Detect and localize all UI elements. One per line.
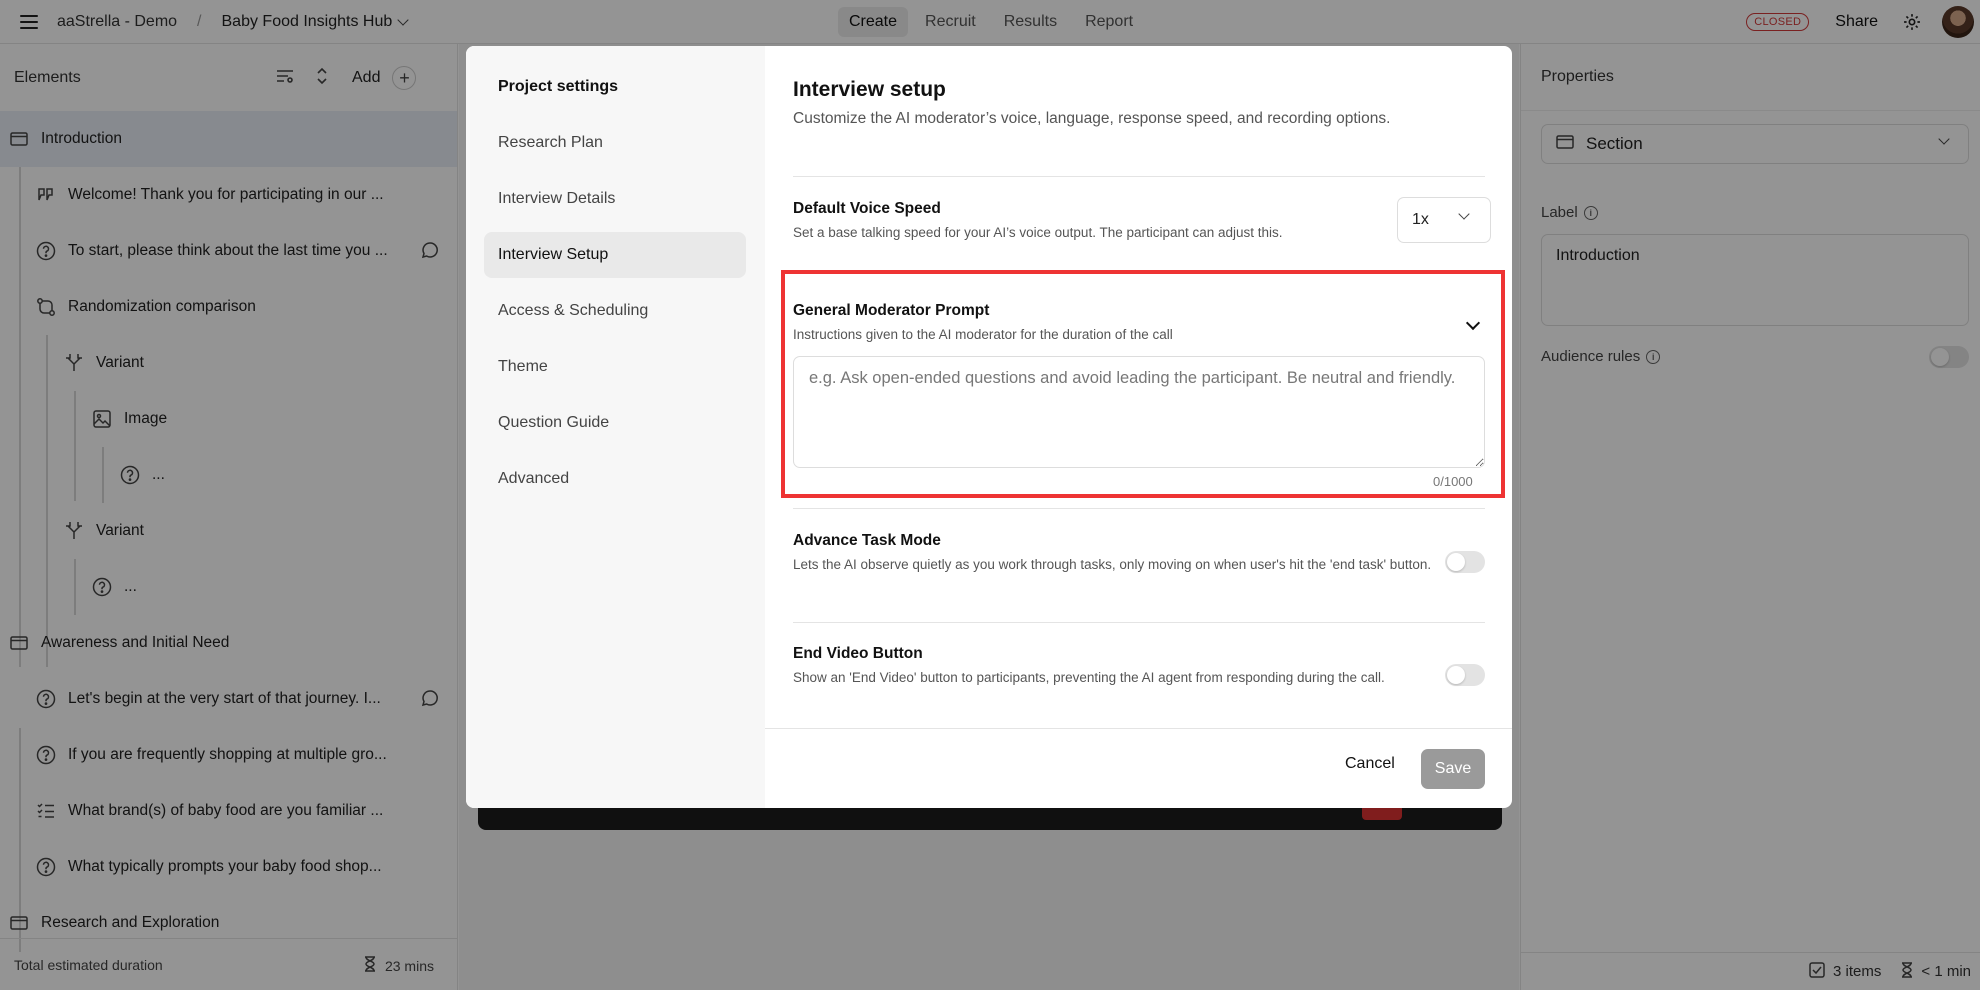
moderator-prompt-desc: Instructions given to the AI moderator f… bbox=[793, 327, 1173, 342]
settings-nav-advanced[interactable]: Advanced bbox=[484, 456, 746, 502]
voice-speed-select[interactable]: 1x bbox=[1397, 197, 1491, 243]
modal-footer: Cancel Save bbox=[765, 728, 1512, 808]
chevron-down-icon bbox=[1458, 208, 1470, 220]
settings-heading: Project settings bbox=[498, 78, 619, 95]
moderator-prompt-title: General Moderator Prompt bbox=[793, 302, 990, 319]
settings-content: Interview setup Customize the AI moderat… bbox=[765, 46, 1512, 808]
settings-nav-question-guide[interactable]: Question Guide bbox=[484, 400, 746, 446]
save-button[interactable]: Save bbox=[1421, 749, 1485, 789]
divider bbox=[793, 622, 1485, 623]
page-subtitle: Customize the AI moderator’s voice, lang… bbox=[793, 110, 1391, 127]
end-video-desc: Show an 'End Video' button to participan… bbox=[793, 670, 1385, 685]
end-video-toggle[interactable] bbox=[1445, 664, 1485, 686]
advance-task-desc: Lets the AI observe quietly as you work … bbox=[793, 557, 1432, 572]
page-title: Interview setup bbox=[793, 78, 946, 101]
settings-nav-theme[interactable]: Theme bbox=[484, 344, 746, 390]
moderator-prompt-input[interactable] bbox=[793, 356, 1485, 468]
char-counter: 0/1000 bbox=[1433, 474, 1473, 489]
voice-speed-title: Default Voice Speed bbox=[793, 200, 941, 217]
cancel-button[interactable]: Cancel bbox=[1345, 755, 1395, 773]
settings-nav-interview-details[interactable]: Interview Details bbox=[484, 176, 746, 222]
settings-sidebar: Project settings Research Plan Interview… bbox=[466, 46, 765, 808]
settings-nav-research-plan[interactable]: Research Plan bbox=[484, 120, 746, 166]
project-settings-modal: Project settings Research Plan Interview… bbox=[466, 46, 1512, 808]
advance-task-toggle[interactable] bbox=[1445, 551, 1485, 573]
divider bbox=[793, 508, 1485, 509]
voice-speed-desc: Set a base talking speed for your AI’s v… bbox=[793, 225, 1283, 240]
end-video-title: End Video Button bbox=[793, 645, 923, 662]
settings-nav-interview-setup[interactable]: Interview Setup bbox=[484, 232, 746, 278]
divider bbox=[793, 176, 1485, 177]
settings-nav-access-scheduling[interactable]: Access & Scheduling bbox=[484, 288, 746, 334]
voice-speed-value: 1x bbox=[1412, 211, 1429, 228]
advance-task-title: Advance Task Mode bbox=[793, 532, 941, 549]
